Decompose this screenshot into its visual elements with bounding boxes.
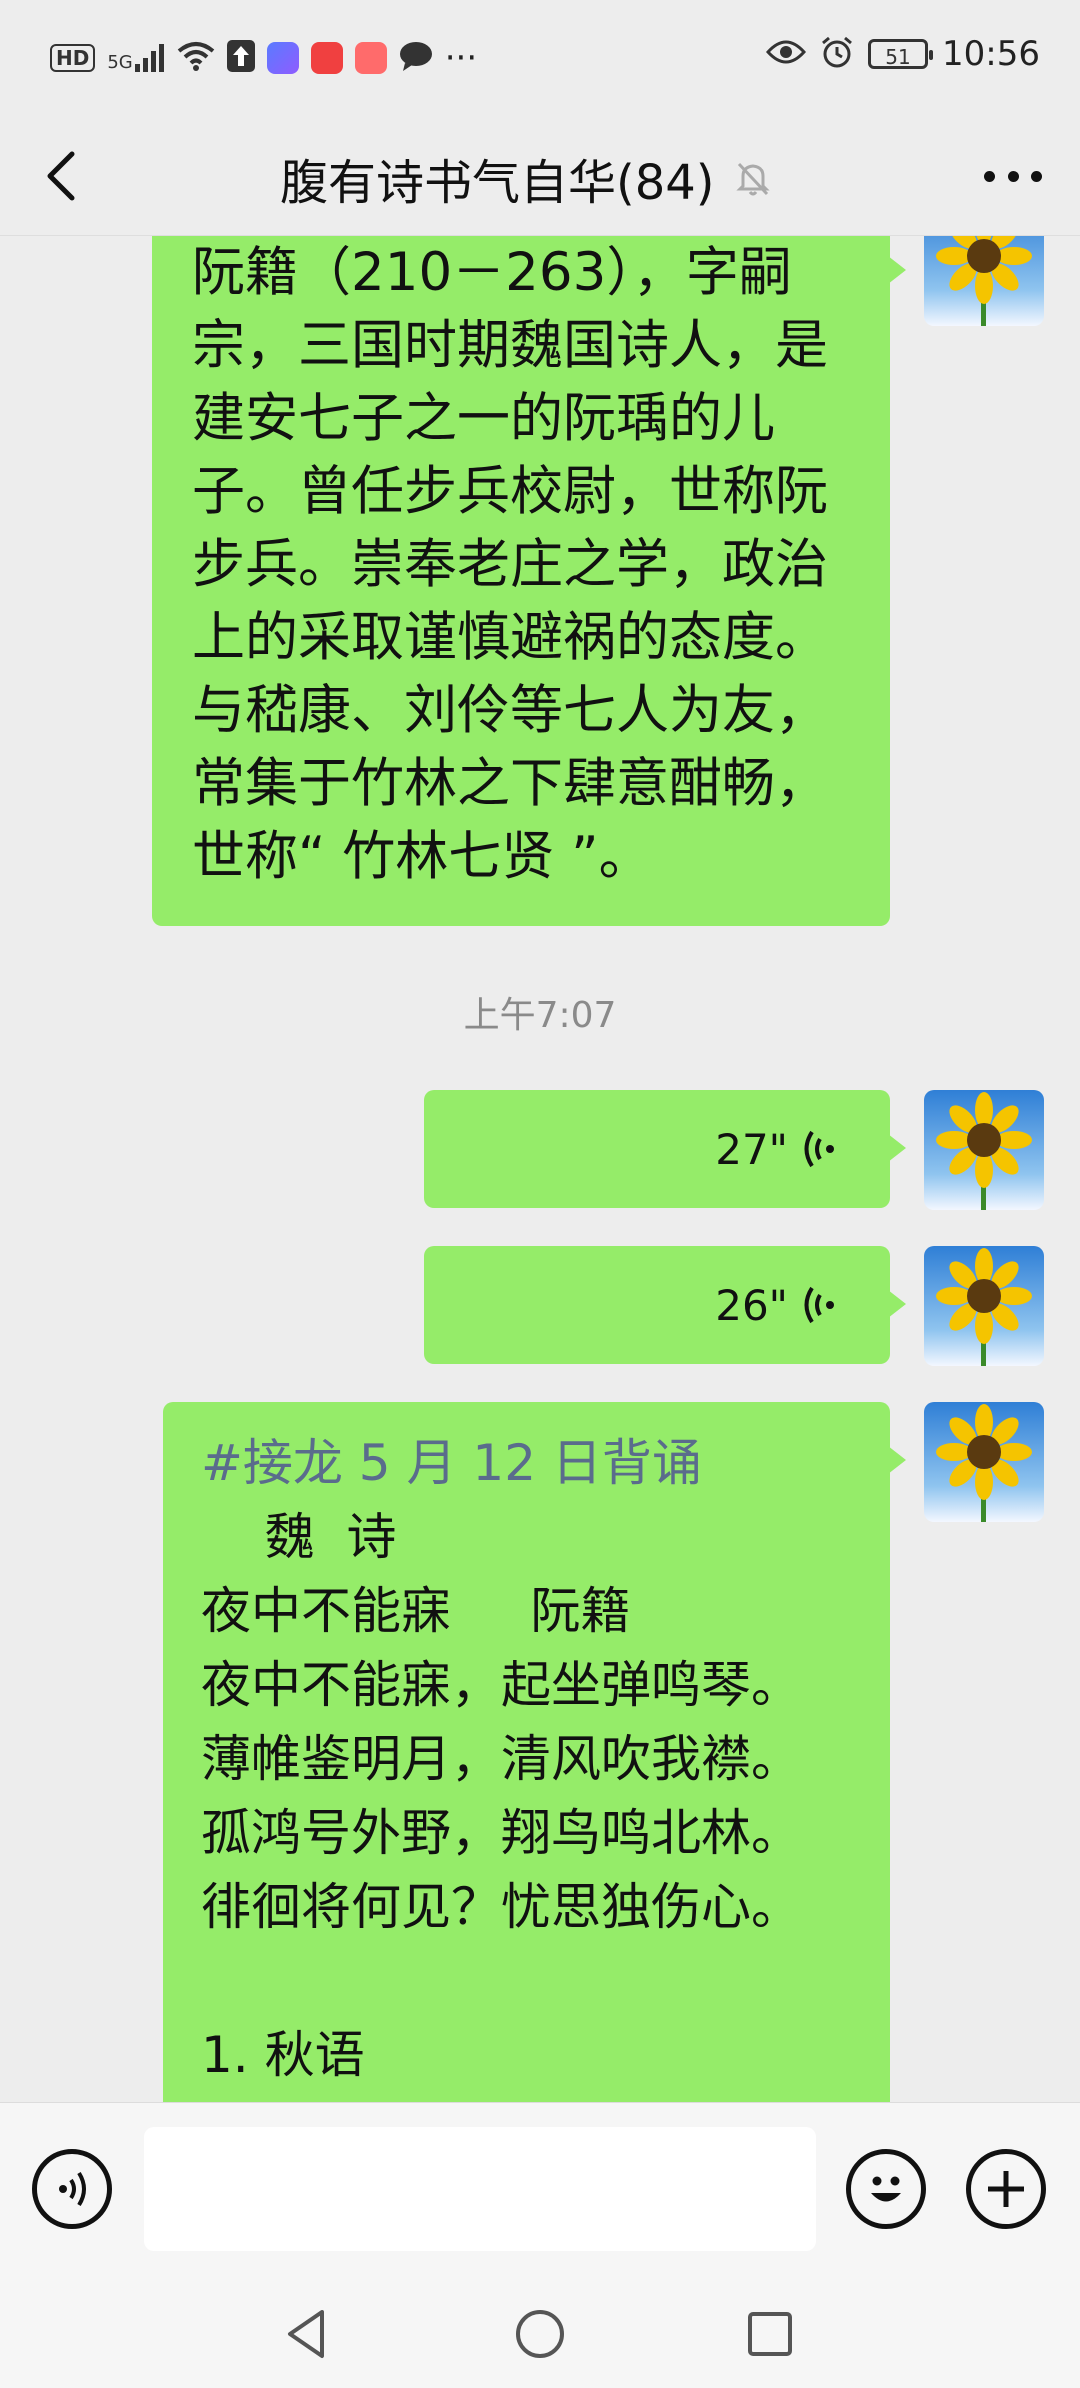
avatar[interactable] <box>924 1246 1044 1366</box>
chat-header: 腹有诗书气自华(84) <box>0 120 1080 236</box>
bio-line: 宗，三国时期魏国诗人，是 <box>192 315 828 376</box>
message-timestamp: 上午7:07 <box>463 995 617 1036</box>
chevron-left-icon <box>47 151 75 201</box>
eye-icon <box>765 38 807 70</box>
voice-row: 26" <box>424 1246 890 1364</box>
poem-line: 薄帷鉴明月，清风吹我襟。 <box>201 1730 801 1788</box>
voice-input-icon <box>59 2171 86 2207</box>
voice-input-button[interactable] <box>32 2149 112 2229</box>
title-group: 腹有诗书气自华(84) <box>280 120 773 235</box>
more-dot <box>984 170 995 182</box>
more-dot <box>1007 170 1019 182</box>
chat-bubble-icon <box>399 41 433 75</box>
input-bar <box>0 2102 1080 2283</box>
voice-duration: 27" <box>715 1124 788 1174</box>
battery-icon: 51 <box>868 39 934 69</box>
poem-line <box>201 1944 852 2018</box>
message-bubble-bio[interactable]: 阮籍（210－263），字嗣 宗，三国时期魏国诗人，是 建安七子之一的阮瑀的儿 … <box>152 236 906 926</box>
app-icon-pink <box>354 42 387 74</box>
chat-title: 腹有诗书气自华(84) <box>280 154 715 211</box>
chat-area[interactable]: 阮籍（210－263），字嗣 宗，三国时期魏国诗人，是 建安七子之一的阮瑀的儿 … <box>0 236 1080 2102</box>
emoji-button[interactable] <box>846 2149 926 2229</box>
signal-icon: 5G <box>107 44 164 72</box>
plus-button[interactable] <box>966 2149 1046 2229</box>
sunflower-avatar-icon <box>936 1404 1032 1522</box>
poem-line: 魏 诗 <box>201 1508 397 1566</box>
hashtag-link[interactable]: #接龙 5 月 12 日背诵 <box>201 1426 852 1500</box>
bio-line: 上的采取谨慎避祸的态度。 <box>192 607 828 668</box>
voice-duration: 26" <box>715 1280 788 1330</box>
clock: 10:56 <box>942 34 1040 74</box>
voice-message-bubble[interactable]: 27" <box>424 1090 906 1208</box>
avatar[interactable] <box>924 236 1044 326</box>
plus-icon <box>988 2171 1024 2207</box>
back-triangle-icon[interactable] <box>280 2306 336 2362</box>
bubble-tail <box>888 1134 906 1162</box>
bubble-tail <box>888 1446 906 1474</box>
bubble-tail <box>888 256 906 284</box>
poem-line: 孤鸿号外野，翔鸟鸣北林。 <box>201 1804 801 1862</box>
avatar[interactable] <box>924 1402 1044 1522</box>
voice-row: 27" <box>424 1090 890 1208</box>
wifi-icon <box>177 41 215 75</box>
bio-line: 世称“ 竹林七贤 ”。 <box>192 826 652 887</box>
more-button[interactable] <box>984 166 1042 186</box>
poem-line: 夜中不能寐 阮籍 <box>201 1582 631 1640</box>
status-bar-left: HD 5G ··· <box>50 38 477 78</box>
bio-line: 常集于竹林之下肆意酣畅， <box>192 753 828 814</box>
avatar[interactable] <box>924 1090 1044 1210</box>
recents-square-icon[interactable] <box>744 2308 796 2360</box>
bio-line: 与嵇康、刘伶等七人为友， <box>192 680 828 741</box>
bell-off-icon <box>735 162 770 195</box>
message-bubble-poem[interactable]: #接龙 5 月 12 日背诵 魏 诗 夜中不能寐 阮籍 夜中不能寐，起坐弹鸣琴。… <box>163 1402 906 2102</box>
poem-line: 夜中不能寐，起坐弹鸣琴。 <box>201 1656 801 1714</box>
bio-line: 建安七子之一的阮瑀的儿 <box>192 388 775 449</box>
back-button[interactable] <box>38 150 90 202</box>
sunflower-avatar-icon <box>936 236 1032 326</box>
app-icon-red <box>310 42 343 74</box>
voice-wave-icon <box>804 1286 834 1324</box>
bio-line: 阮籍（210－263），字嗣 <box>192 242 792 303</box>
poem-line: 1. 秋语 <box>201 2026 365 2084</box>
upload-icon <box>226 40 255 76</box>
sunflower-avatar-icon <box>936 1092 1032 1210</box>
poem-line: 徘徊将何见？忧思独伤心。 <box>201 1878 801 1936</box>
message-input[interactable] <box>144 2127 816 2251</box>
voice-message-bubble[interactable]: 26" <box>424 1246 906 1364</box>
bubble-tail <box>888 1290 906 1318</box>
more-dots-icon: ··· <box>444 38 478 78</box>
alarm-icon <box>820 35 854 73</box>
status-bar-right: 51 10:56 <box>765 34 1040 74</box>
status-bar: HD 5G ··· 51 10:56 <box>0 0 1080 120</box>
app-icon-blue <box>266 42 299 74</box>
more-dot <box>1031 170 1042 182</box>
bio-line: 步兵。崇奉老庄之学，政治 <box>192 534 828 595</box>
hd-icon: HD <box>50 44 96 72</box>
sunflower-avatar-icon <box>936 1248 1032 1366</box>
emoji-icon <box>871 2176 901 2202</box>
system-navigation-bar <box>0 2282 1080 2388</box>
voice-wave-icon <box>804 1130 834 1168</box>
bio-line: 子。曾任步兵校尉，世称阮 <box>192 461 828 522</box>
home-circle-icon[interactable] <box>512 2306 568 2362</box>
